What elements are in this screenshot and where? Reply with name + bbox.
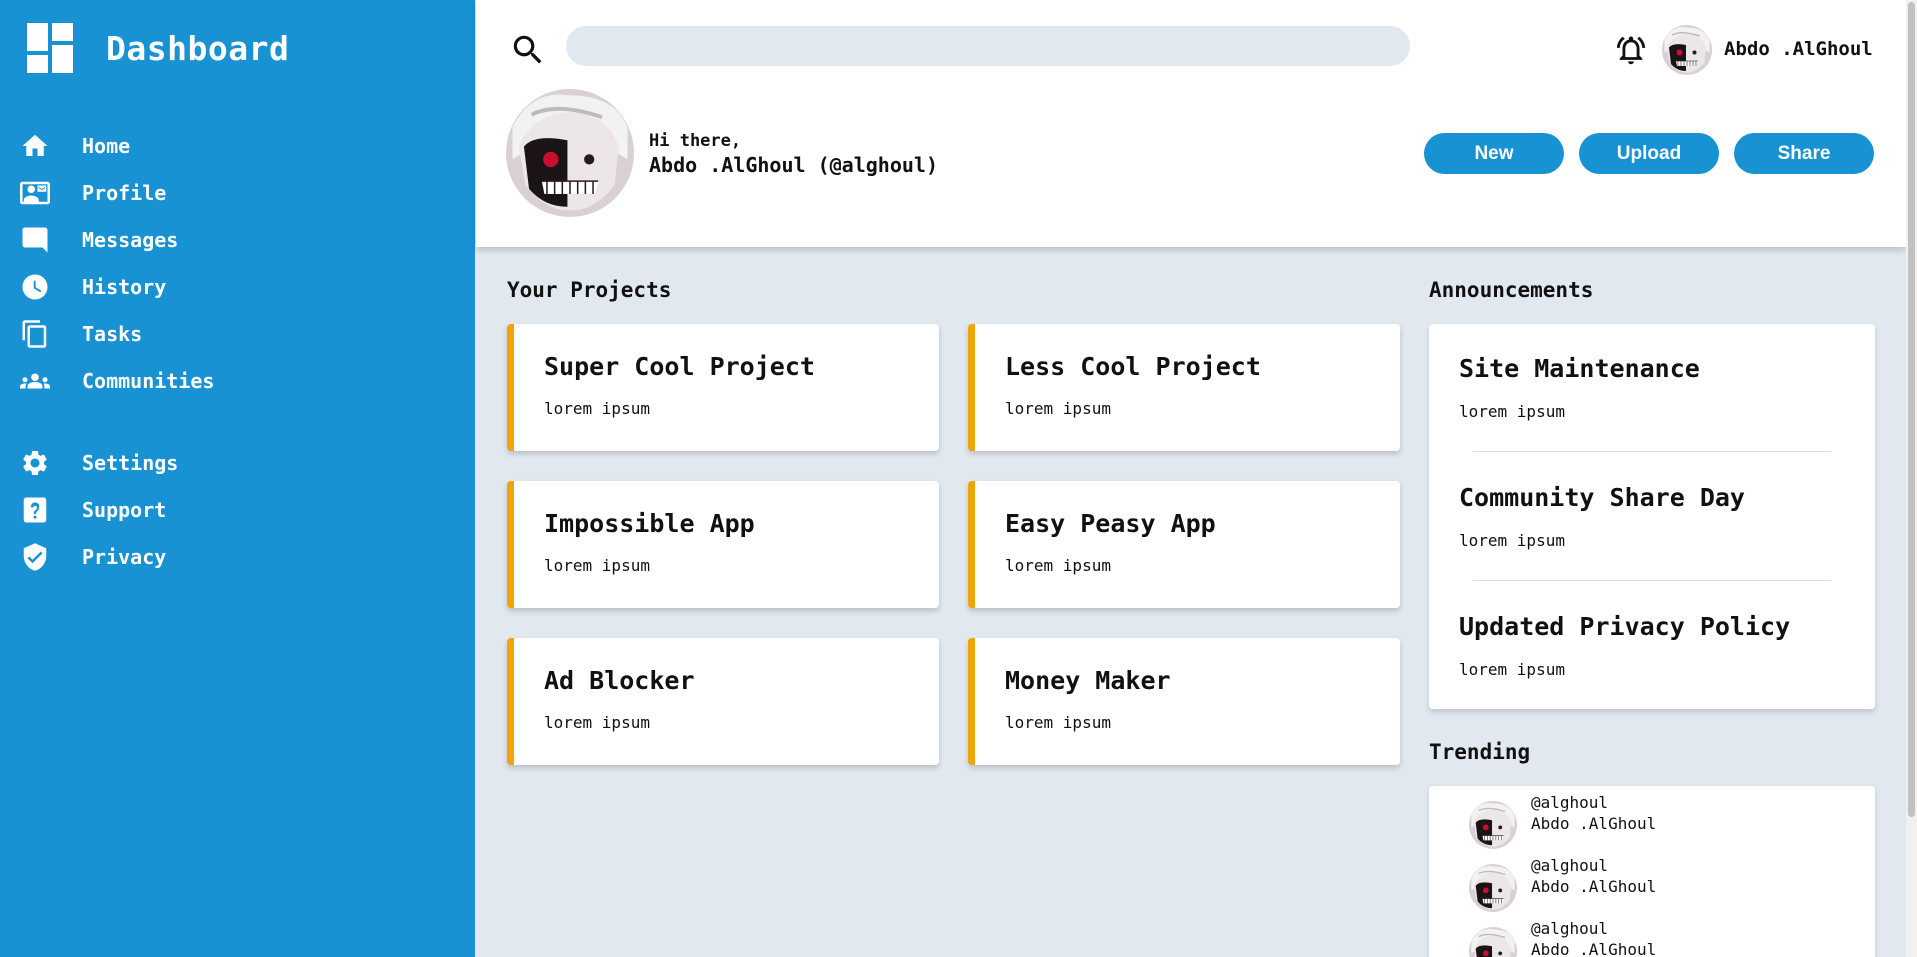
profile-avatar	[506, 89, 634, 217]
project-card[interactable]: Super Cool Project lorem ipsum	[507, 324, 939, 451]
home-icon	[18, 130, 52, 162]
document-icon	[18, 318, 52, 350]
sidebar-item-label: Messages	[82, 228, 179, 252]
announcement-item[interactable]: Site Maintenance lorem ipsum	[1459, 354, 1700, 421]
announcement-title: Updated Privacy Policy	[1459, 612, 1791, 641]
announcement-item[interactable]: Community Share Day lorem ipsum	[1459, 483, 1745, 550]
sidebar: Dashboard Home Profile Messages History …	[0, 0, 475, 957]
project-card[interactable]: Ad Blocker lorem ipsum	[507, 638, 939, 765]
sidebar-item-support[interactable]: Support	[18, 490, 166, 530]
sidebar-item-history[interactable]: History	[18, 267, 166, 307]
sidebar-item-privacy[interactable]: Privacy	[18, 537, 166, 577]
header: Abdo .AlGhoul Hi there, Abdo .AlGhoul (@…	[476, 0, 1906, 247]
user-name[interactable]: Abdo .AlGhoul	[1724, 38, 1873, 60]
avatar[interactable]	[1662, 25, 1712, 75]
sidebar-item-label: Settings	[82, 451, 179, 475]
sidebar-item-label: Communities	[82, 369, 215, 393]
new-button[interactable]: New	[1424, 133, 1564, 174]
greeting-text: Hi there,	[649, 131, 742, 151]
message-icon	[18, 224, 52, 256]
project-name: Money Maker	[1005, 666, 1171, 695]
trending-user[interactable]: @alghoul Abdo .AlGhoul	[1469, 792, 1656, 849]
sidebar-item-profile[interactable]: Profile	[18, 173, 166, 213]
gear-icon	[18, 447, 52, 479]
avatar	[1469, 927, 1517, 957]
trending-name: Abdo .AlGhoul	[1531, 940, 1657, 957]
project-card[interactable]: Impossible App lorem ipsum	[507, 481, 939, 608]
project-desc: lorem ipsum	[1005, 713, 1111, 732]
project-desc: lorem ipsum	[544, 556, 650, 575]
help-icon	[18, 494, 52, 526]
avatar	[1469, 864, 1517, 912]
project-desc: lorem ipsum	[544, 399, 650, 418]
profile-card-icon	[18, 177, 52, 209]
bell-icon[interactable]	[1614, 33, 1648, 67]
announcement-desc: lorem ipsum	[1459, 402, 1565, 421]
announcements-panel: Site Maintenance lorem ipsum Community S…	[1429, 324, 1875, 709]
sidebar-item-home[interactable]: Home	[18, 126, 130, 166]
greeting-name: Abdo .AlGhoul (@alghoul)	[649, 153, 938, 177]
trending-user[interactable]: @alghoul Abdo .AlGhoul	[1469, 855, 1656, 912]
trending-user[interactable]: @alghoul Abdo .AlGhoul	[1469, 918, 1656, 957]
project-card[interactable]: Less Cool Project lorem ipsum	[968, 324, 1400, 451]
announcements-title: Announcements	[1429, 278, 1594, 302]
divider	[1473, 580, 1831, 581]
share-button[interactable]: Share	[1734, 133, 1874, 174]
trending-name: Abdo .AlGhoul	[1531, 814, 1657, 833]
project-name: Impossible App	[544, 509, 755, 538]
project-name: Easy Peasy App	[1005, 509, 1216, 538]
sidebar-item-label: Support	[82, 498, 167, 522]
project-name: Super Cool Project	[544, 352, 815, 381]
search-icon[interactable]	[509, 31, 547, 69]
project-desc: lorem ipsum	[544, 713, 650, 732]
scrollbar-thumb[interactable]	[1908, 2, 1915, 817]
sidebar-item-label: Privacy	[82, 545, 167, 569]
clock-icon	[18, 271, 52, 303]
trending-panel: @alghoul Abdo .AlGhoul @alghoul Abdo .Al…	[1429, 786, 1875, 957]
brand[interactable]: Dashboard	[27, 23, 289, 73]
projects-title: Your Projects	[507, 278, 672, 302]
trending-title: Trending	[1429, 740, 1531, 764]
sidebar-item-label: History	[82, 275, 167, 299]
sidebar-item-label: Tasks	[82, 322, 143, 346]
announcement-desc: lorem ipsum	[1459, 660, 1565, 679]
project-name: Ad Blocker	[544, 666, 695, 695]
project-name: Less Cool Project	[1005, 352, 1261, 381]
announcement-title: Site Maintenance	[1459, 354, 1700, 383]
search-input[interactable]	[566, 26, 1410, 66]
dashboard-title: Dashboard	[106, 28, 290, 68]
trending-name: Abdo .AlGhoul	[1531, 877, 1657, 896]
announcement-desc: lorem ipsum	[1459, 531, 1565, 550]
trending-handle: @alghoul	[1531, 856, 1609, 875]
sidebar-item-settings[interactable]: Settings	[18, 443, 178, 483]
people-icon	[18, 365, 52, 397]
project-card[interactable]: Money Maker lorem ipsum	[968, 638, 1400, 765]
upload-button[interactable]: Upload	[1579, 133, 1719, 174]
avatar	[1469, 801, 1517, 849]
sidebar-item-label: Home	[82, 134, 131, 158]
project-desc: lorem ipsum	[1005, 399, 1111, 418]
announcement-title: Community Share Day	[1459, 483, 1745, 512]
announcement-item[interactable]: Updated Privacy Policy lorem ipsum	[1459, 612, 1790, 679]
divider	[1473, 451, 1831, 452]
trending-handle: @alghoul	[1531, 919, 1609, 938]
sidebar-item-tasks[interactable]: Tasks	[18, 314, 142, 354]
sidebar-item-messages[interactable]: Messages	[18, 220, 178, 260]
dashboard-logo-icon	[27, 23, 73, 73]
trending-handle: @alghoul	[1531, 793, 1609, 812]
project-card[interactable]: Easy Peasy App lorem ipsum	[968, 481, 1400, 608]
sidebar-item-communities[interactable]: Communities	[18, 361, 214, 401]
sidebar-item-label: Profile	[82, 181, 167, 205]
project-desc: lorem ipsum	[1005, 556, 1111, 575]
shield-icon	[18, 541, 52, 573]
